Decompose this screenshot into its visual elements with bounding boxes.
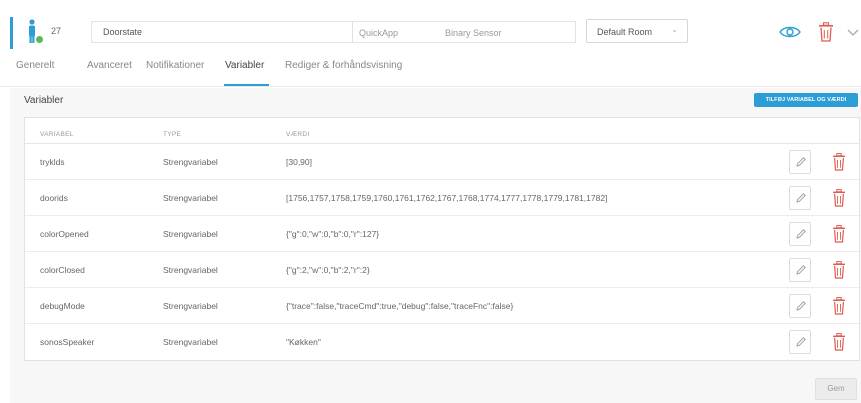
variable-type: Strengvariabel xyxy=(163,157,218,167)
eye-icon[interactable] xyxy=(779,24,801,40)
pencil-icon xyxy=(796,229,806,239)
variable-type: Strengvariabel xyxy=(163,193,218,203)
variable-value: [1756,1757,1758,1759,1760,1761,1762,1767… xyxy=(286,193,608,203)
table-row: colorClosed Strengvariabel {"g":2,"w":0,"b… xyxy=(25,252,859,288)
tab-notifikationer[interactable]: Notifikationer xyxy=(146,60,204,71)
table-row: tryklds Strengvariabel [30,90] xyxy=(25,144,859,180)
variable-value: {"trace":false,"traceCmd":true,"debug":f… xyxy=(286,301,514,311)
device-header: 27 QuickApp Binary Sensor Default Room ⌄ xyxy=(0,12,861,52)
table-row: colorOpened Strengvariabel {"g":0,"w":0,"b… xyxy=(25,216,859,252)
save-button[interactable]: Gem xyxy=(815,378,857,400)
variable-value: {"g":2,"w":0,"b":2,"r":2} xyxy=(286,265,370,275)
variable-type: Strengvariabel xyxy=(163,337,218,347)
variable-type: Strengvariabel xyxy=(163,265,218,275)
trash-icon[interactable] xyxy=(832,261,846,279)
variable-name: doorids xyxy=(40,193,68,203)
device-name-input[interactable] xyxy=(91,21,353,43)
variable-value: {"g":0,"w":0,"b":0,"r":127} xyxy=(286,229,380,239)
edit-button[interactable] xyxy=(789,222,811,246)
column-header-vaerdi: VÆRDI xyxy=(286,131,310,138)
edit-button[interactable] xyxy=(789,258,811,282)
room-select-value: Default Room xyxy=(597,27,653,37)
pencil-icon xyxy=(796,301,806,311)
trash-icon[interactable] xyxy=(832,297,846,315)
section-title: Variabler xyxy=(24,95,64,106)
variable-type: Strengvariabel xyxy=(163,301,218,311)
variable-name: debugMode xyxy=(40,301,85,311)
room-select[interactable]: Default Room ⌄ xyxy=(586,19,688,43)
trash-icon[interactable] xyxy=(832,225,846,243)
tab-variabler[interactable]: Variabler xyxy=(225,60,264,71)
trash-icon[interactable] xyxy=(832,333,846,351)
edit-button[interactable] xyxy=(789,294,811,318)
chevron-down-icon: ⌄ xyxy=(671,25,678,34)
trash-icon[interactable] xyxy=(818,22,834,42)
variable-name: tryklds xyxy=(40,157,65,167)
variable-type: Strengvariabel xyxy=(163,229,218,239)
header-accent-bar xyxy=(10,17,13,49)
chevron-down-icon[interactable] xyxy=(845,24,861,40)
pencil-icon xyxy=(796,337,806,347)
tab-generelt[interactable]: Generelt xyxy=(16,60,54,71)
edit-button[interactable] xyxy=(789,150,811,174)
variable-name: colorClosed xyxy=(40,265,85,275)
add-variable-button[interactable]: TILFØJ VARIABEL OG VÆRDI xyxy=(754,93,858,107)
variables-table: VARIABEL TYPE VÆRDI tryklds Strengvariabe… xyxy=(24,117,860,361)
device-role-label: Binary Sensor xyxy=(445,28,502,38)
pencil-icon xyxy=(796,193,806,203)
device-type-box: QuickApp Binary Sensor xyxy=(353,21,576,43)
tab-bar: Generelt Avanceret Notifikationer Variab… xyxy=(0,53,861,87)
pencil-icon xyxy=(796,157,806,167)
device-person-icon xyxy=(29,19,43,43)
variable-value: "Køkken" xyxy=(286,337,321,347)
device-id: 27 xyxy=(51,26,62,36)
variable-value: [30,90] xyxy=(286,157,312,167)
variable-name: sonosSpeaker xyxy=(40,337,95,347)
column-header-variabel: VARIABEL xyxy=(40,131,74,138)
table-row: sonosSpeaker Strengvariabel "Køkken" xyxy=(25,324,859,360)
variable-name: colorOpened xyxy=(40,229,89,239)
table-row: debugMode Strengvariabel {"trace":false,"t… xyxy=(25,288,859,324)
active-tab-indicator xyxy=(224,84,269,86)
device-type-label: QuickApp xyxy=(359,28,399,38)
edit-button[interactable] xyxy=(789,330,811,354)
table-row: doorids Strengvariabel [1756,1757,1758,175… xyxy=(25,180,859,216)
column-header-type: TYPE xyxy=(163,131,182,138)
trash-icon[interactable] xyxy=(832,153,846,171)
tab-rediger-forhaandsvisning[interactable]: Rediger & forhåndsvisning xyxy=(285,60,402,71)
edit-button[interactable] xyxy=(789,186,811,210)
pencil-icon xyxy=(796,265,806,275)
tab-avanceret[interactable]: Avanceret xyxy=(87,60,132,71)
trash-icon[interactable] xyxy=(832,189,846,207)
